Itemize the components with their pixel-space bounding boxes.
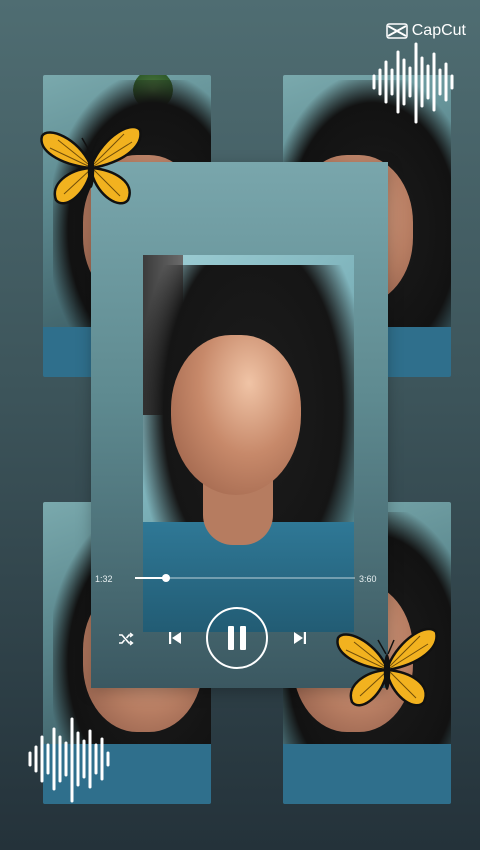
album-photo <box>143 255 354 632</box>
pause-icon <box>228 626 246 650</box>
capcut-label: CapCut <box>411 22 466 39</box>
pause-button[interactable] <box>206 607 268 669</box>
butterfly-top-icon <box>40 125 142 205</box>
previous-icon <box>169 632 181 644</box>
butterfly-bottom-icon <box>336 627 438 707</box>
capcut-watermark: CapCut <box>386 22 466 40</box>
next-icon <box>294 632 306 644</box>
total-time: 3:60 <box>359 574 377 584</box>
elapsed-time: 1:32 <box>95 574 113 584</box>
progress-knob[interactable] <box>161 574 170 582</box>
sound-wave-top-icon <box>372 42 454 124</box>
shuffle-icon <box>119 632 134 646</box>
sound-wave-bottom-icon <box>28 717 110 803</box>
previous-button[interactable] <box>166 629 184 647</box>
shuffle-button[interactable] <box>116 630 136 648</box>
next-button[interactable] <box>291 629 309 647</box>
progress-bar[interactable] <box>135 574 355 582</box>
capcut-logo-icon <box>386 23 408 39</box>
